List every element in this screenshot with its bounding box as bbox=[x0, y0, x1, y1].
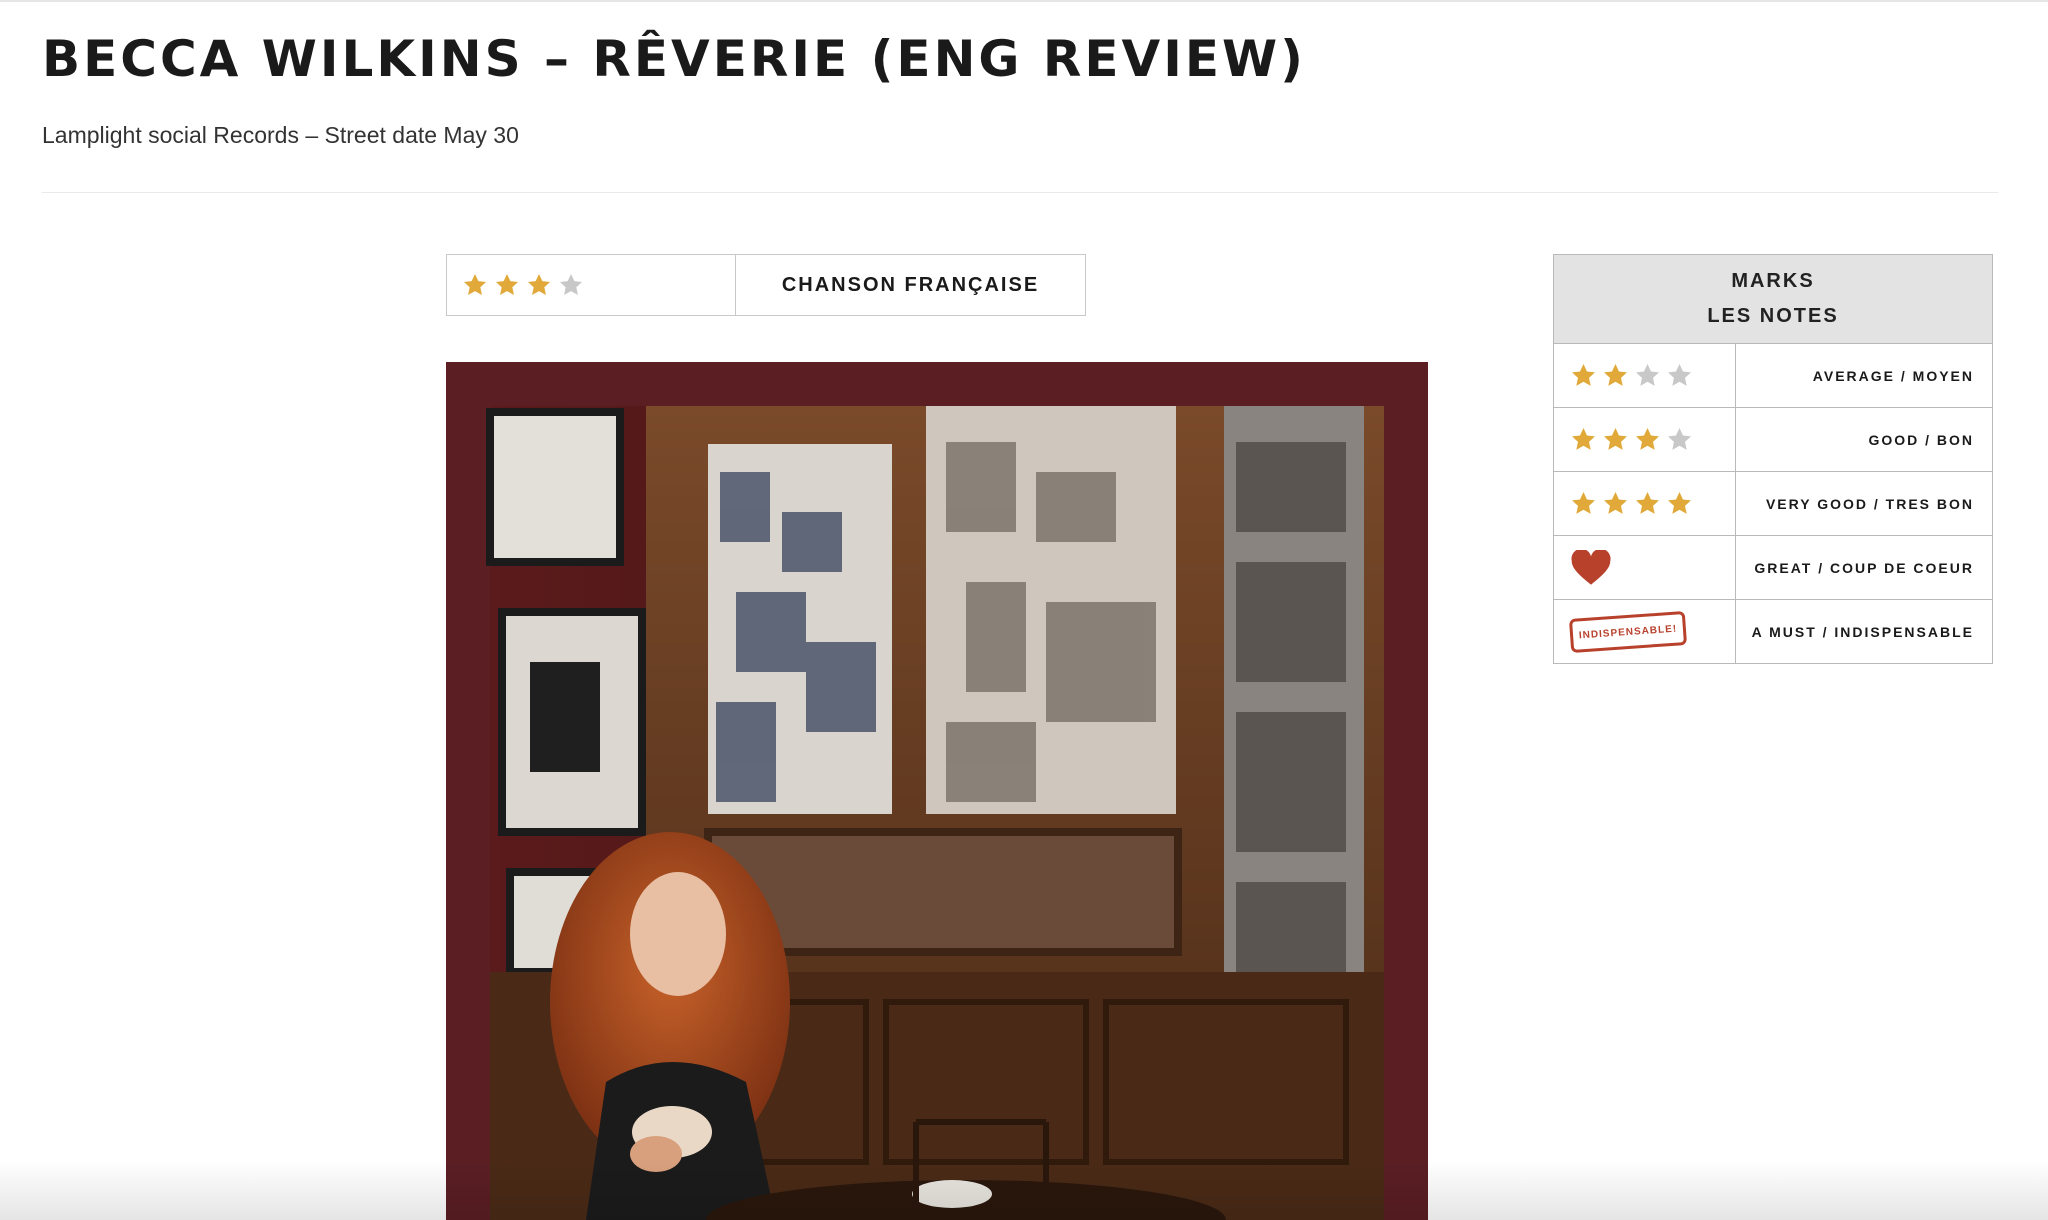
star-empty-icon bbox=[559, 273, 583, 295]
album-cover bbox=[446, 362, 1428, 1220]
marks-header: MARKS LES NOTES bbox=[1554, 255, 1992, 344]
star-filled-icon bbox=[1604, 492, 1627, 514]
star-filled-icon bbox=[1572, 428, 1595, 450]
rating-genre-box: CHANSON FRANÇAISE bbox=[446, 254, 1086, 316]
star-filled-icon bbox=[495, 273, 519, 295]
marks-legend-table: MARKS LES NOTES AVERAGE / MOYEN GOOD / BO… bbox=[1553, 254, 1993, 664]
marks-heading-en: MARKS bbox=[1731, 270, 1815, 292]
marks-row-label: GOOD / BON bbox=[1868, 431, 1974, 448]
marks-row-icon bbox=[1554, 472, 1736, 535]
marks-row: INDISPENSABLE! A MUST / INDISPENSABLE bbox=[1554, 600, 1992, 663]
star-filled-icon bbox=[1572, 364, 1595, 386]
marks-row: GOOD / BON bbox=[1554, 408, 1992, 472]
heart-icon bbox=[1571, 549, 1611, 585]
marks-row-icon bbox=[1554, 344, 1736, 407]
star-filled-icon bbox=[1636, 428, 1659, 450]
marks-heading-fr: LES NOTES bbox=[1707, 305, 1839, 327]
rating-stars bbox=[447, 255, 736, 315]
page-subtitle: Lamplight social Records – Street date M… bbox=[42, 122, 519, 148]
marks-row-icon bbox=[1554, 536, 1736, 599]
star-empty-icon bbox=[1668, 428, 1691, 450]
album-cover-illustration bbox=[486, 406, 1384, 1220]
marks-row: AVERAGE / MOYEN bbox=[1554, 344, 1992, 408]
star-filled-icon bbox=[1572, 492, 1595, 514]
star-empty-icon bbox=[1636, 364, 1659, 386]
star-filled-icon bbox=[527, 273, 551, 295]
marks-row-label: GREAT / COUP DE COEUR bbox=[1754, 559, 1974, 576]
marks-row: VERY GOOD / TRES BON bbox=[1554, 472, 1992, 536]
star-filled-icon bbox=[463, 273, 487, 295]
marks-row-label: A MUST / INDISPENSABLE bbox=[1751, 623, 1974, 640]
star-filled-icon bbox=[1604, 428, 1627, 450]
marks-row-icon: INDISPENSABLE! bbox=[1554, 600, 1736, 663]
marks-row: GREAT / COUP DE COEUR bbox=[1554, 536, 1992, 600]
star-filled-icon bbox=[1636, 492, 1659, 514]
star-empty-icon bbox=[1668, 364, 1691, 386]
marks-row-icon bbox=[1554, 408, 1736, 471]
genre-label[interactable]: CHANSON FRANÇAISE bbox=[736, 255, 1085, 315]
page-title: BECCA WILKINS – RÊVERIE (ENG REVIEW) bbox=[42, 30, 1306, 88]
indispensable-stamp-icon: INDISPENSABLE! bbox=[1568, 610, 1688, 653]
marks-row-label: VERY GOOD / TRES BON bbox=[1765, 495, 1974, 512]
star-filled-icon bbox=[1604, 364, 1627, 386]
marks-row-label: AVERAGE / MOYEN bbox=[1812, 367, 1974, 384]
star-filled-icon bbox=[1668, 492, 1691, 514]
header-divider bbox=[42, 192, 1998, 193]
top-rule bbox=[0, 0, 2048, 2]
